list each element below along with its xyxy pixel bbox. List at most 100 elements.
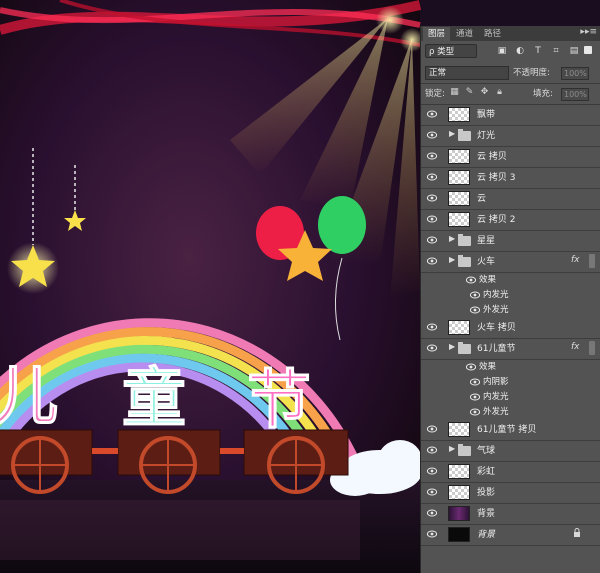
type-filter-icon[interactable]: T [532,45,544,57]
layer-name[interactable]: 内发光 [483,288,509,302]
layer-effect-row[interactable]: 外发光 [421,303,600,318]
layer-row[interactable]: 61儿童节 拷贝 [421,420,600,441]
layer-row[interactable]: 飘带 [421,105,600,126]
layer-thumbnail[interactable] [448,464,470,479]
layer-row[interactable]: 火车 拷贝 [421,318,600,339]
visibility-eye-icon[interactable] [426,425,438,433]
layer-name[interactable]: 背景 [477,507,495,521]
visibility-eye-icon[interactable] [426,509,438,517]
visibility-eye-icon[interactable] [426,215,438,223]
smart-object-filter-icon[interactable]: ▤ [568,45,580,57]
effects-toggle-icon[interactable] [589,254,595,268]
layer-name[interactable]: 效果 [479,360,496,374]
visibility-eye-icon[interactable] [426,488,438,496]
layer-name[interactable]: 火车 拷贝 [477,321,516,335]
expand-arrow-icon[interactable]: ▶ [449,255,455,264]
panel-menu-icon[interactable]: ▸▸≡ [580,27,597,37]
visibility-eye-icon[interactable] [426,467,438,475]
tab-layers[interactable]: 图层 [423,27,451,41]
layer-name[interactable]: 云 拷贝 2 [477,213,515,227]
layer-name[interactable]: 61儿童节 拷贝 [477,423,536,437]
blend-mode-select[interactable]: 正常 [425,66,509,80]
visibility-eye-icon[interactable] [469,408,481,416]
layer-thumbnail[interactable] [448,485,470,500]
layer-thumbnail[interactable] [448,149,470,164]
filter-toggle-switch[interactable] [584,46,592,54]
fx-icon[interactable]: fx [571,342,580,352]
visibility-eye-icon[interactable] [426,446,438,454]
visibility-eye-icon[interactable] [469,378,481,386]
layer-row[interactable]: 云 拷贝 3 [421,168,600,189]
expand-arrow-icon[interactable]: ▶ [449,444,455,453]
layer-thumbnail[interactable] [448,527,470,542]
tab-paths[interactable]: 路径 [479,27,506,41]
effects-toggle-icon[interactable] [589,341,595,355]
layer-name[interactable]: 61儿童节 [477,342,515,356]
layer-thumbnail[interactable] [448,107,470,122]
visibility-eye-icon[interactable] [426,236,438,244]
visibility-eye-icon[interactable] [465,276,477,284]
layer-row[interactable]: 投影 [421,483,600,504]
visibility-eye-icon[interactable] [426,530,438,538]
layer-name[interactable]: 飘带 [477,108,495,122]
layer-name[interactable]: 火车 [477,255,495,269]
lock-transparency-icon[interactable]: ▦ [449,87,460,97]
tab-channels[interactable]: 通道 [451,27,478,41]
visibility-eye-icon[interactable] [426,257,438,265]
layer-thumbnail[interactable] [448,506,470,521]
layer-name[interactable]: 内发光 [483,390,509,404]
expand-arrow-icon[interactable]: ▶ [449,342,455,351]
layer-name[interactable]: 投影 [477,486,495,500]
lock-paint-icon[interactable]: ✎ [464,87,475,97]
layer-effect-row[interactable]: 内阴影 [421,375,600,390]
layer-row[interactable]: 云 [421,189,600,210]
filter-kind-select[interactable]: ρ 类型 [425,44,477,58]
layer-thumbnail[interactable] [448,191,470,206]
layer-effect-row[interactable]: 效果 [421,273,600,288]
layer-row[interactable]: 背景 [421,525,600,546]
layer-effect-row[interactable]: 外发光 [421,405,600,420]
image-filter-icon[interactable]: ▣ [496,45,508,57]
lock-position-icon[interactable]: ✥ [479,87,490,97]
layer-group-row[interactable]: ▶ 灯光 [421,126,600,147]
layer-thumbnail[interactable] [448,170,470,185]
layer-name[interactable]: 彩虹 [477,465,495,479]
shape-filter-icon[interactable]: ⌗ [550,45,562,57]
layer-effect-row[interactable]: 效果 [421,360,600,375]
layer-effect-row[interactable]: 内发光 [421,288,600,303]
layer-row[interactable]: 背景 [421,504,600,525]
layer-group-row[interactable]: ▶ 61儿童节 fx [421,339,600,360]
adjustment-filter-icon[interactable]: ◐ [514,45,526,57]
layer-thumbnail[interactable] [448,320,470,335]
fx-icon[interactable]: fx [571,255,580,265]
layer-row[interactable]: 云 拷贝 2 [421,210,600,231]
layer-group-row[interactable]: ▶ 火车 fx [421,252,600,273]
visibility-eye-icon[interactable] [426,323,438,331]
layer-name[interactable]: 外发光 [483,405,509,419]
layer-name[interactable]: 灯光 [477,129,495,143]
expand-arrow-icon[interactable]: ▶ [449,129,455,138]
layer-name[interactable]: 内阴影 [483,375,509,389]
layer-name[interactable]: 效果 [479,273,496,287]
layer-group-row[interactable]: ▶ 星星 [421,231,600,252]
layer-effect-row[interactable]: 内发光 [421,390,600,405]
layer-row[interactable]: 彩虹 [421,462,600,483]
visibility-eye-icon[interactable] [469,306,481,314]
visibility-eye-icon[interactable] [465,363,477,371]
layer-name[interactable]: 云 [477,192,486,206]
visibility-eye-icon[interactable] [426,173,438,181]
layer-name[interactable]: 云 拷贝 3 [477,171,515,185]
visibility-eye-icon[interactable] [469,291,481,299]
opacity-input[interactable]: 100% [561,67,589,80]
lock-all-icon[interactable]: 🔒︎ [494,87,505,97]
visibility-eye-icon[interactable] [426,131,438,139]
expand-arrow-icon[interactable]: ▶ [449,234,455,243]
visibility-eye-icon[interactable] [426,194,438,202]
layer-name[interactable]: 外发光 [483,303,509,317]
visibility-eye-icon[interactable] [426,110,438,118]
layer-thumbnail[interactable] [448,422,470,437]
layer-row[interactable]: 云 拷贝 [421,147,600,168]
visibility-eye-icon[interactable] [469,393,481,401]
layer-group-row[interactable]: ▶ 气球 [421,441,600,462]
layer-name[interactable]: 星星 [477,234,495,248]
